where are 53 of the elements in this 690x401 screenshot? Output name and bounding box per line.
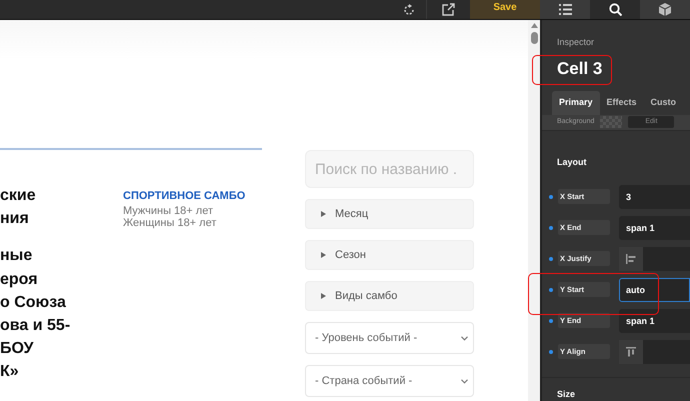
tab[interactable]: Custo bbox=[644, 91, 684, 114]
save-button[interactable]: Save bbox=[470, 0, 540, 19]
status-dot bbox=[549, 194, 553, 198]
property-field[interactable]: 3 bbox=[619, 184, 690, 208]
detail-text: Женщины 18+ лет bbox=[123, 216, 218, 228]
section-title: Layout bbox=[542, 130, 690, 170]
caret-icon bbox=[321, 252, 326, 258]
tab[interactable]: Effects bbox=[600, 91, 644, 114]
cube-tab-icon[interactable] bbox=[659, 3, 671, 16]
list-tab-icon[interactable] bbox=[558, 4, 572, 15]
scrollbar-thumb[interactable] bbox=[530, 32, 538, 44]
alignment-control[interactable] bbox=[619, 246, 690, 270]
share-icon[interactable] bbox=[442, 3, 455, 16]
status-dot bbox=[549, 288, 553, 292]
element-name: Cell 3 bbox=[557, 58, 602, 80]
alignment-control[interactable] bbox=[619, 340, 690, 364]
align-left-icon bbox=[626, 254, 636, 264]
caret-icon bbox=[321, 211, 326, 217]
transparency-swatch[interactable] bbox=[600, 116, 622, 128]
dropdown-select[interactable]: - Страна событий - bbox=[305, 365, 474, 397]
title-text: ова и 55- bbox=[0, 316, 72, 336]
section-title: Size bbox=[542, 376, 690, 401]
status-dot bbox=[549, 226, 553, 230]
title-text: о Союза bbox=[0, 292, 67, 313]
panel-title: Inspector bbox=[557, 36, 596, 49]
scrollbar[interactable] bbox=[528, 20, 540, 401]
dropdown-select[interactable]: - Уровень событий - bbox=[305, 322, 474, 354]
tab[interactable]: Primary bbox=[552, 91, 600, 114]
refresh-icon[interactable] bbox=[402, 4, 414, 16]
status-dot bbox=[549, 256, 553, 260]
title-text: БОУ bbox=[0, 339, 34, 360]
property-field[interactable]: auto bbox=[619, 278, 690, 302]
scroll-up-arrow-icon[interactable] bbox=[530, 23, 538, 28]
chevron-icon bbox=[461, 378, 468, 384]
align-top-icon bbox=[626, 346, 636, 356]
collapsible-filter[interactable]: Месяц bbox=[305, 199, 474, 229]
search-field[interactable]: Поиск по названию . bbox=[305, 150, 474, 188]
chevron-icon bbox=[461, 336, 468, 340]
status-dot bbox=[549, 318, 553, 322]
search-tab-icon[interactable] bbox=[608, 3, 622, 16]
status-dot bbox=[549, 350, 553, 354]
title-text: ния bbox=[0, 209, 30, 230]
title-text: К» bbox=[0, 362, 20, 382]
detail-text: Мужчины 18+ лет bbox=[123, 204, 214, 216]
collapsible-filter[interactable]: Сезон bbox=[305, 240, 474, 270]
collapsible-filter[interactable]: Виды самбо bbox=[305, 281, 474, 311]
category-link[interactable]: СПОРТИВНОЕ САМБО bbox=[123, 188, 246, 204]
title-text: ные bbox=[0, 246, 34, 266]
caret-icon bbox=[321, 293, 326, 299]
property-field[interactable]: span 1 bbox=[619, 216, 690, 240]
property-field[interactable]: span 1 bbox=[619, 308, 690, 332]
title-text: ероя bbox=[0, 270, 39, 290]
title-text: ские bbox=[0, 186, 37, 206]
